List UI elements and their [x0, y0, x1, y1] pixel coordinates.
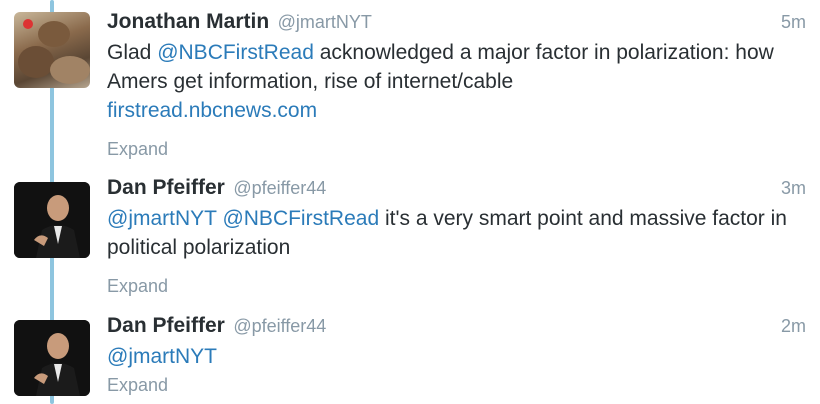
timestamp[interactable]: 2m: [781, 316, 806, 337]
expand-button[interactable]: Expand: [107, 276, 168, 297]
timestamp[interactable]: 3m: [781, 178, 806, 199]
avatar-photo-icon: [14, 182, 90, 258]
url-link[interactable]: firstread.nbcnews.com: [107, 99, 317, 122]
user-handle[interactable]: @pfeiffer44: [233, 316, 326, 336]
expand-button[interactable]: Expand: [107, 375, 168, 396]
avatar-photo-icon: [18, 19, 90, 84]
display-name[interactable]: Dan Pfeiffer: [107, 314, 225, 337]
mention-link[interactable]: @jmartNYT: [107, 345, 217, 368]
mention-link[interactable]: @jmartNYT: [107, 207, 217, 230]
tweet-header: Dan Pfeiffer @pfeiffer44 3m: [107, 176, 806, 202]
user-avatar[interactable]: [14, 320, 90, 396]
user-handle[interactable]: @pfeiffer44: [233, 178, 326, 198]
tweet-header: Jonathan Martin @jmartNYT 5m: [107, 10, 806, 36]
expand-button[interactable]: Expand: [107, 139, 168, 160]
mention-link[interactable]: @NBCFirstRead: [222, 207, 379, 230]
timestamp[interactable]: 5m: [781, 12, 806, 33]
display-name[interactable]: Dan Pfeiffer: [107, 176, 225, 199]
mention-link[interactable]: @NBCFirstRead: [157, 41, 314, 64]
display-name[interactable]: Jonathan Martin: [107, 10, 269, 33]
tweet-text: @jmartNYT @NBCFirstRead it's a very smar…: [107, 207, 787, 259]
user-avatar[interactable]: [14, 182, 90, 258]
avatar-photo-icon: [14, 320, 90, 396]
user-avatar[interactable]: [14, 12, 90, 88]
tweet-header: Dan Pfeiffer @pfeiffer44 2m: [107, 314, 806, 340]
tweet-text: @jmartNYT: [107, 342, 806, 371]
tweet-text: Glad @NBCFirstRead acknowledged a major …: [107, 41, 774, 122]
user-handle[interactable]: @jmartNYT: [278, 12, 372, 32]
